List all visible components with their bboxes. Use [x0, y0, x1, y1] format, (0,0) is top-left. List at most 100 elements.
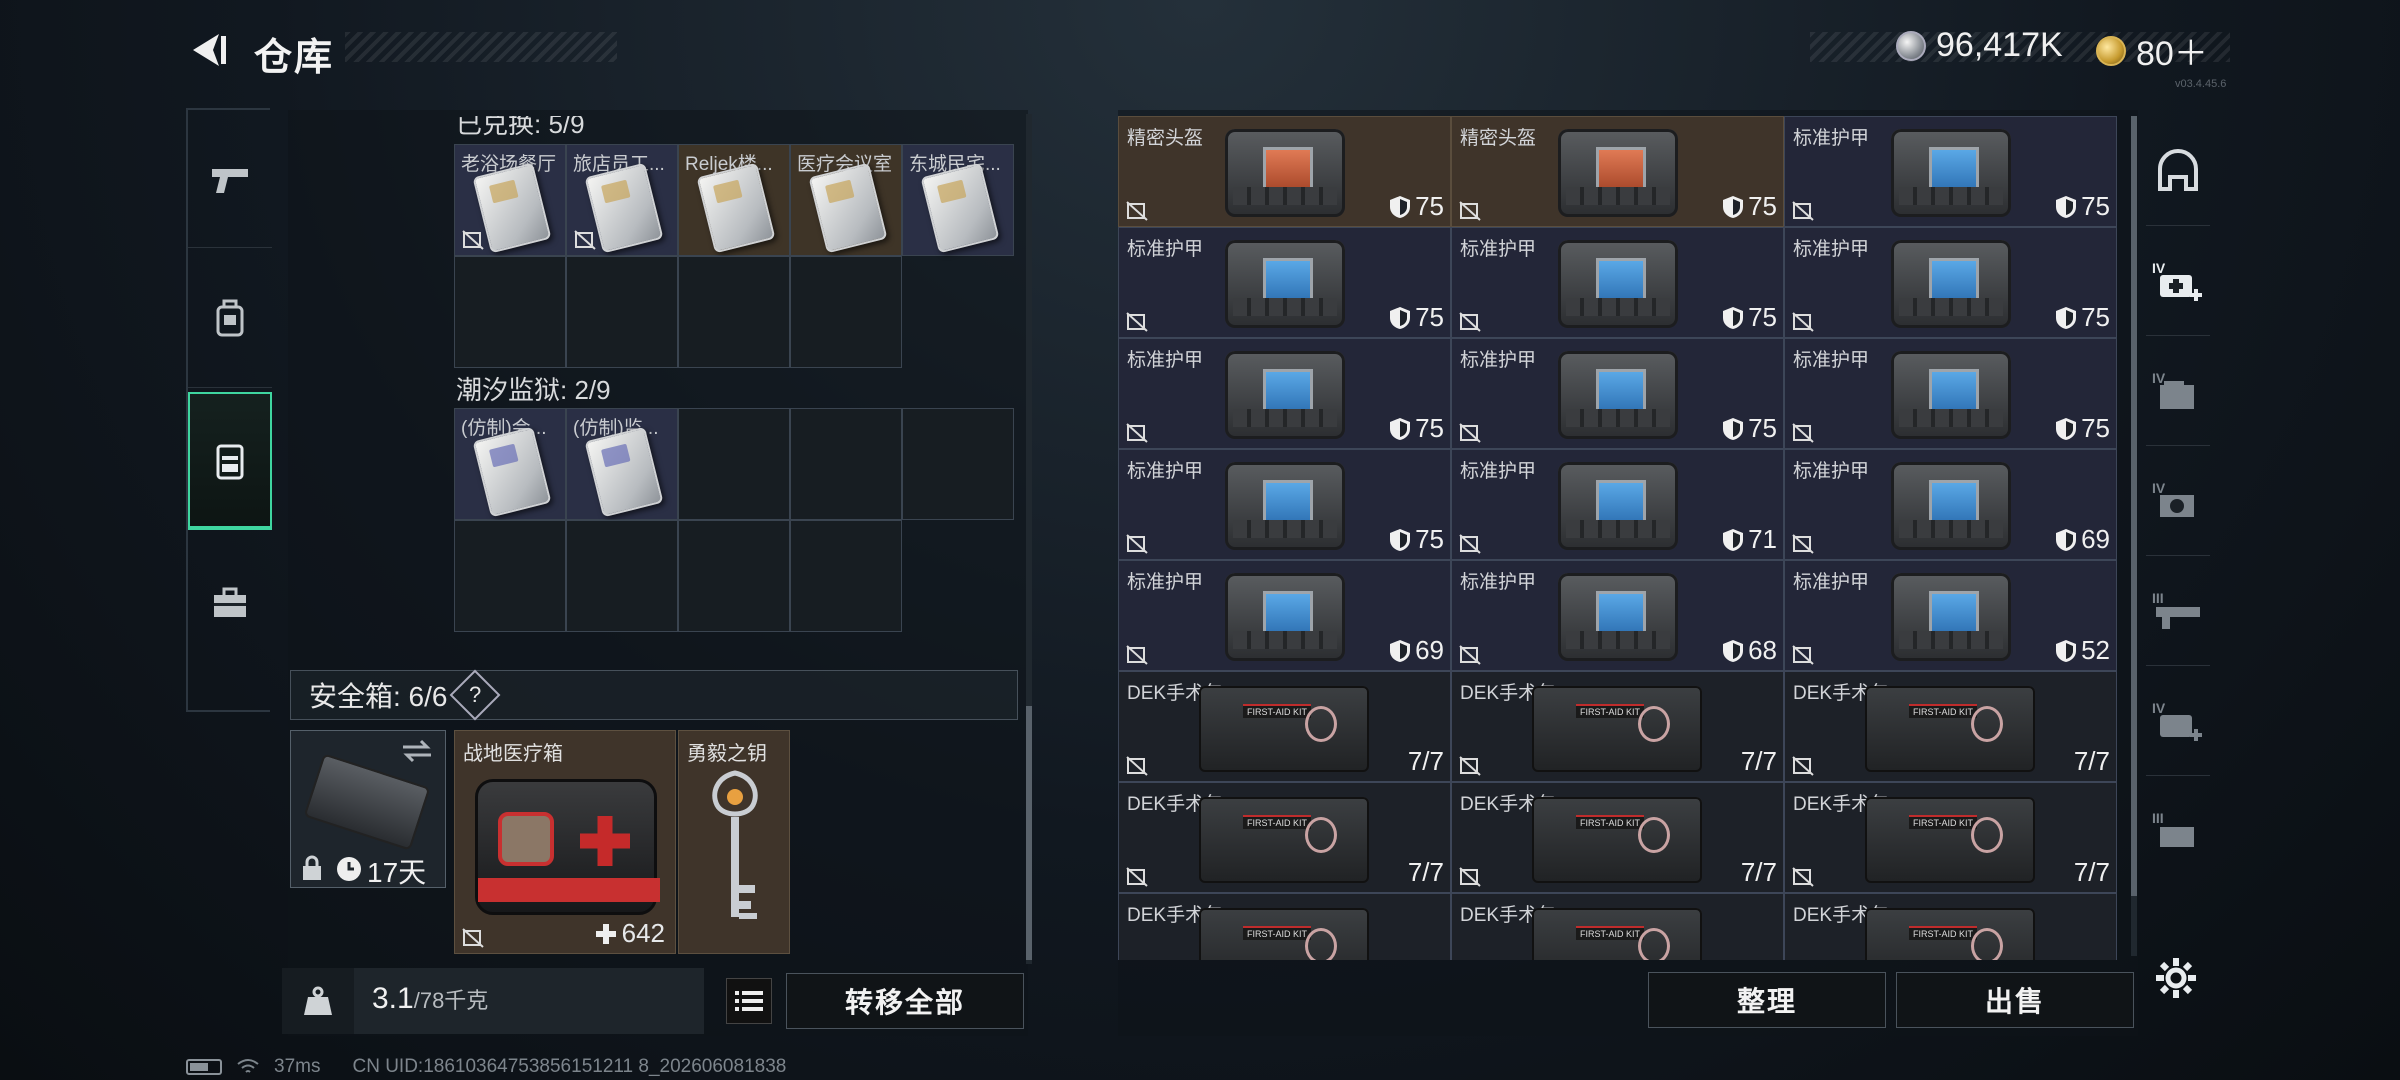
inventory-item[interactable]: DEK手术包7/7 — [1451, 782, 1784, 893]
settings-gear-icon[interactable] — [2154, 956, 2198, 1000]
inventory-item[interactable]: DEK手术包7/7 — [1118, 671, 1451, 782]
filter-ammo-iii[interactable]: III — [2146, 776, 2210, 886]
nav-briefcase[interactable] — [188, 534, 272, 672]
durability-value: 7/7 — [2073, 746, 2110, 776]
swap-icon[interactable] — [399, 739, 435, 763]
item-name: 精密头盔 — [1460, 128, 1537, 149]
armor-image — [1891, 129, 2011, 217]
empty-slot[interactable] — [902, 408, 1014, 520]
keycard-icon — [472, 426, 552, 518]
item-name: 标准护甲 — [1460, 572, 1537, 593]
inventory-item[interactable]: DEK手术包7/7 — [1784, 671, 2117, 782]
inventory-item[interactable]: DEK手术包 — [1451, 893, 1784, 960]
inventory-item[interactable]: DEK手术包7/7 — [1451, 671, 1784, 782]
scope-iv-icon: IV — [2152, 480, 2194, 517]
inventory-item[interactable]: 标准护甲 75 — [1451, 227, 1784, 338]
inventory-item[interactable]: 标准护甲 69 — [1118, 560, 1451, 671]
inventory-item[interactable]: DEK手术包7/7 — [1784, 782, 2117, 893]
inventory-item[interactable]: 标准护甲 69 — [1784, 449, 2117, 560]
empty-slot[interactable] — [790, 408, 902, 520]
briefcase-icon — [214, 587, 246, 617]
no-trade-icon — [1126, 423, 1148, 443]
key-slot[interactable]: 勇毅之钥 — [678, 730, 790, 954]
empty-slot[interactable] — [790, 520, 902, 632]
empty-slot[interactable] — [678, 408, 790, 520]
no-trade-icon — [1792, 201, 1814, 221]
key-image — [712, 770, 758, 919]
nav-backpack[interactable] — [188, 250, 272, 388]
empty-slot[interactable] — [566, 520, 678, 632]
card-cell[interactable]: 老浴场餐厅 — [454, 144, 566, 256]
inventory-item[interactable]: 标准护甲 52 — [1784, 560, 2117, 671]
inventory-item[interactable]: DEK手术包7/7 — [1118, 782, 1451, 893]
item-name: 标准护甲 — [1127, 572, 1204, 593]
durability-shield-icon — [1723, 306, 1744, 329]
card-cell[interactable]: 东城民宅... — [902, 144, 1014, 256]
filter-helmet[interactable] — [2146, 116, 2210, 226]
inventory-item[interactable]: 标准护甲 75 — [1118, 227, 1451, 338]
lock-icon — [303, 855, 321, 880]
inventory-item[interactable]: 标准护甲 75 — [1784, 227, 2117, 338]
no-trade-icon — [1459, 423, 1481, 443]
armor-image — [1558, 462, 1678, 550]
gold-amount: 80＋ — [2136, 35, 2208, 73]
filter-ammo-iv[interactable]: IV — [2146, 336, 2210, 446]
filter-medical-iv-2[interactable]: IV — [2146, 666, 2210, 776]
inventory-item[interactable]: 标准护甲 75 — [1784, 116, 2117, 227]
inventory-item[interactable]: DEK手术包 — [1784, 893, 2117, 960]
back-arrow-icon[interactable] — [185, 28, 229, 72]
empty-slot[interactable] — [678, 520, 790, 632]
gold-currency[interactable]: 80＋ — [2096, 26, 2208, 75]
medkit-slot[interactable]: 战地医疗箱 642 — [454, 730, 676, 954]
durability-shield-icon — [1723, 417, 1744, 440]
filter-medical-iv[interactable]: IV — [2146, 226, 2210, 336]
filter-weapon-iii[interactable]: III — [2146, 556, 2210, 666]
inventory-item[interactable]: 标准护甲 68 — [1451, 560, 1784, 671]
inventory-item[interactable]: 标准护甲 75 — [1118, 449, 1451, 560]
item-durability: 68 — [1722, 635, 1777, 666]
nav-weapon[interactable] — [188, 110, 272, 248]
empty-slot[interactable] — [790, 256, 902, 368]
durability-shield-icon — [1390, 195, 1411, 218]
inventory-item[interactable]: 标准护甲 75 — [1451, 338, 1784, 449]
inventory-item[interactable]: 精密头盔 75 — [1451, 116, 1784, 227]
helmet-image — [1558, 129, 1678, 217]
transfer-all-button[interactable]: 转移全部 — [786, 973, 1024, 1029]
help-button[interactable]: ? — [450, 669, 501, 721]
armor-image — [1558, 240, 1678, 328]
empty-slot[interactable] — [678, 256, 790, 368]
card-cell[interactable]: (仿制)监... — [566, 408, 678, 520]
item-durability: 75 — [1389, 413, 1444, 444]
item-name: 标准护甲 — [1793, 128, 1870, 149]
list-view-button[interactable] — [726, 978, 772, 1024]
left-scrollbar-thumb[interactable] — [1026, 706, 1032, 960]
card-cell[interactable]: (仿制)会... — [454, 408, 566, 520]
safebox-image — [303, 753, 431, 851]
safebox-slot[interactable]: 17天 — [290, 730, 446, 888]
durability-value: 7/7 — [1407, 746, 1444, 776]
card-cell[interactable]: 医疗会议室 — [790, 144, 902, 256]
item-durability: 69 — [1389, 635, 1444, 666]
card-cell[interactable]: Reljek楼... — [678, 144, 790, 256]
helmet-slot-icon — [2158, 148, 2198, 191]
sell-button[interactable]: 出售 — [1896, 972, 2134, 1028]
item-name: 标准护甲 — [1127, 239, 1204, 260]
inventory-item[interactable]: DEK手术包 — [1118, 893, 1451, 960]
empty-slot[interactable] — [454, 256, 566, 368]
empty-slot[interactable] — [454, 520, 566, 632]
inventory-item[interactable]: 精密头盔 75 — [1118, 116, 1451, 227]
inventory-item[interactable]: 标准护甲 71 — [1451, 449, 1784, 560]
card-cell[interactable]: 旅店员工... — [566, 144, 678, 256]
empty-slot[interactable] — [566, 256, 678, 368]
no-trade-icon — [1459, 534, 1481, 554]
filter-scope-iv[interactable]: IV — [2146, 446, 2210, 556]
nav-container[interactable] — [188, 392, 272, 530]
item-name: 标准护甲 — [1460, 461, 1537, 482]
inventory-item[interactable]: 标准护甲 75 — [1784, 338, 2117, 449]
organize-button[interactable]: 整理 — [1648, 972, 1886, 1028]
durability-shield-icon — [2056, 417, 2077, 440]
right-scrollbar-thumb[interactable] — [2131, 116, 2137, 896]
inventory-item[interactable]: 标准护甲 75 — [1118, 338, 1451, 449]
durability-value: 69 — [1415, 635, 1444, 665]
item-name: 标准护甲 — [1127, 350, 1204, 371]
